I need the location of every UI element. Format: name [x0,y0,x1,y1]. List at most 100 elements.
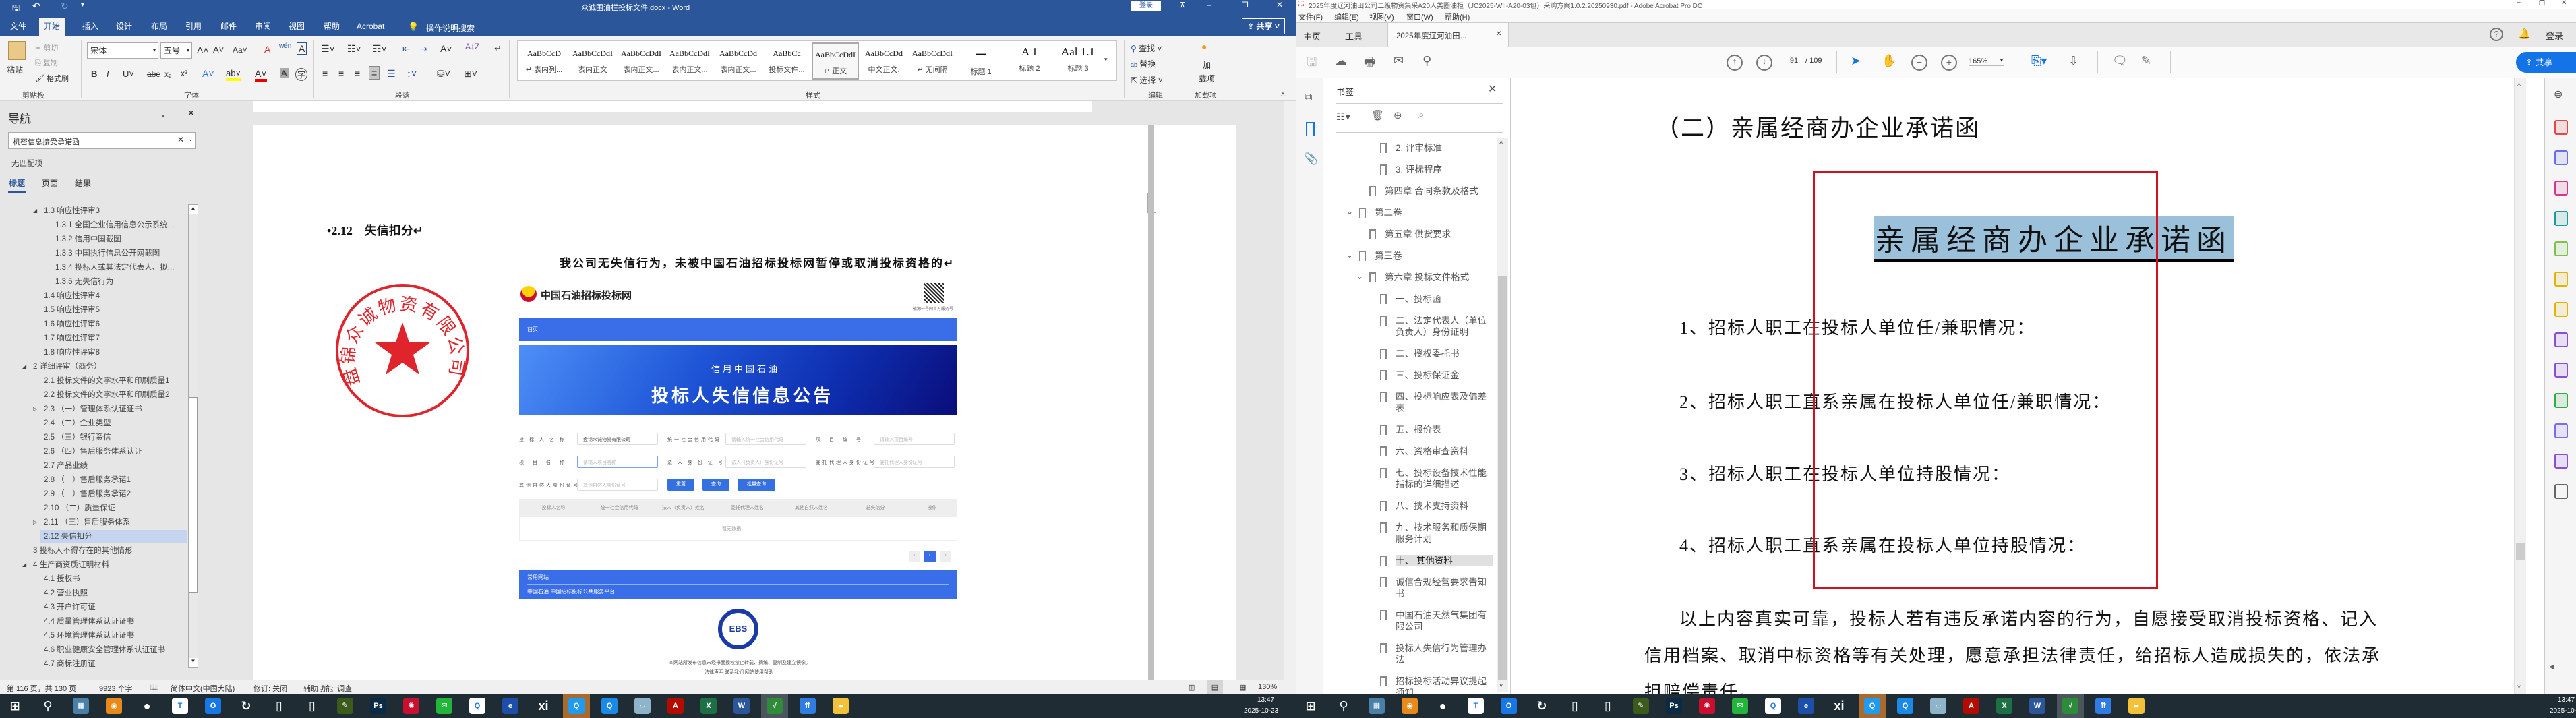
zoom-out-icon[interactable]: − [1911,55,1927,71]
nav-heading-item[interactable]: 1.3 响应性评审3 [44,204,100,218]
photoshop-icon[interactable]: Ps [370,698,386,714]
bullets-icon[interactable]: ☰˅ [321,43,335,55]
ribbon-tab[interactable]: Acrobat [352,18,389,36]
nav-heading-item[interactable]: 1.3.3 中国执行信息公开网截图 [55,247,160,260]
minimize-button[interactable]: – [2517,0,2521,6]
select-button[interactable]: ⇱ 选择 ˅ [1131,74,1163,86]
page-thumbnails-icon[interactable]: ⧉ [1305,92,1312,104]
notepad-icon[interactable]: ▱ [634,698,651,714]
bookmark-item[interactable]: 二、授权委托书 [1324,343,1496,365]
character-border-icon[interactable]: A [297,42,307,55]
bookmark-item[interactable]: 三、投标保证金 [1324,365,1496,386]
nav-tab-headings[interactable]: 标题 [9,177,25,189]
query-button[interactable]: 查询 [702,479,729,491]
share-button[interactable]: ⇪ 共享 [2516,52,2576,73]
multilevel-list-icon[interactable]: ☶˅ [373,43,387,55]
browser-ie-icon[interactable]: e [502,698,518,714]
ribbon-tab[interactable]: 审阅 [250,18,276,36]
share-button[interactable]: ⇪ 共享 ˅ [1242,18,1285,34]
bookmark-item[interactable]: 第四章 合同条款及格式 [1324,181,1496,202]
acrobat-icon[interactable]: A [667,698,684,714]
document-tab[interactable]: 2025年度辽河油田... ✕ [1387,23,1509,47]
nav-heading-item[interactable]: 2.2 投标文件的文字水平和印刷质量2 [44,388,170,402]
form-input[interactable]: 法人（负责人）身份证号 [725,456,806,468]
search-icon[interactable]: ⚲ [1422,54,1431,68]
close-panel-icon[interactable]: ✕ [1488,82,1497,96]
scroll-down-icon[interactable]: ˅ [2517,684,2521,690]
bookmark-item[interactable]: 八、技术支持资料 [1324,496,1496,517]
nav-close-icon[interactable]: ✕ [187,108,195,119]
bold-icon[interactable]: B [91,69,97,79]
addins-icon[interactable]: ● [1201,41,1207,52]
footer-links[interactable]: 中国石油 中国招标投标公共服务平台 [527,588,615,595]
nav-heading-item[interactable]: 2.7 产品业绩 [44,459,88,473]
bookmarks-scrollbar[interactable]: ˄ ˅ [1497,138,1508,692]
dots-icon[interactable]: ● [1435,698,1451,714]
sort-icon[interactable]: A↓Z [465,42,479,51]
nav-heading-item[interactable]: 4.4 质量管理体系认证证书 [44,615,134,628]
web-layout-icon[interactable]: ▦ [1239,683,1246,692]
form-input[interactable]: 请输入统一社会信用代码 [725,433,806,445]
save-icon[interactable]: 🖫 [1307,54,1317,74]
line-spacing-icon[interactable]: ↕˅ [407,68,417,79]
zoom-level[interactable]: 130% [1258,683,1277,691]
phonetic-guide-icon[interactable]: wén [279,42,291,50]
redo-icon[interactable]: ↻ [61,1,69,12]
accessibility-status[interactable]: 辅助功能: 调查 [303,683,352,694]
bookmark-item[interactable]: 六、资格审查资料 [1324,441,1496,462]
superscript-icon[interactable]: x² [181,69,187,78]
decrease-indent-icon[interactable]: ⇤ [402,43,411,55]
nav-heading-item[interactable]: 4 生产商资质证明材料 [33,558,109,572]
form-input[interactable]: 请输入项目名称 [577,456,658,468]
green-app-icon[interactable]: √ [2062,698,2078,714]
nav-heading-item[interactable]: 1.3.2 信用中国截图 [55,233,121,246]
nav-heading-item[interactable]: 2 详细评审（商务） [33,360,102,373]
calculator-icon[interactable]: ▦ [1369,698,1385,714]
addins-button-line2[interactable]: 载项 [1199,73,1215,84]
bookmark-item[interactable]: 十、 其他资料 [1324,550,1496,572]
login-button[interactable]: 登录 [1131,1,1161,11]
nav-heading-item[interactable]: 1.5 响应性评审5 [44,303,100,317]
form-input[interactable]: 委托代理人身份证号 [874,456,955,468]
menu-item[interactable]: 窗口(W) [1406,11,1433,22]
sync-icon[interactable]: ↻ [238,698,254,714]
search-icon[interactable]: ⚲ [40,698,56,714]
wechat-icon[interactable]: ✉ [436,698,452,714]
scroll-up-icon[interactable]: ˄ [1499,139,1503,146]
bookmark-item[interactable]: 第五章 供货要求 [1324,224,1496,245]
ribbon-tab[interactable]: 帮助 [319,18,345,36]
browser-icon[interactable]: Q [601,698,618,714]
file-icon[interactable]: ▯ [304,698,320,714]
style-item[interactable]: A 1 标题 2 [1006,42,1053,80]
menu-item[interactable]: 视图(V) [1369,11,1394,22]
styles-more-icon[interactable]: ▾ [1104,56,1108,63]
tool-icon[interactable] [2554,332,2568,347]
subscript-icon[interactable]: x₂ [164,69,172,79]
bookmark-item[interactable]: 3. 评标程序 [1324,159,1496,181]
search-icon[interactable]: ⚲ [1336,698,1352,714]
style-item[interactable]: AaBbCcDd 表内正文... [715,42,762,80]
petrochina-icon[interactable]: ✺ [403,698,419,714]
word-icon[interactable]: W [733,698,750,714]
bidder-name-input[interactable]: 盘锦众诚物资有限公司 [577,433,658,445]
track-changes-status[interactable]: 修订: 关闭 [253,683,287,694]
app-doc-icon[interactable]: ⇈ [2095,698,2111,714]
read-mode-icon[interactable]: ▥ [1188,683,1195,692]
style-item[interactable]: Aal 1.1 标题 3 [1054,42,1102,80]
menu-item[interactable]: 编辑(E) [1334,11,1359,22]
todesk-icon[interactable]: T [1468,698,1484,714]
style-item[interactable]: AaBbCcDdI 表内正文... [618,42,665,80]
paste-icon[interactable] [8,41,26,60]
start-icon[interactable]: ⊞ [1302,698,1319,714]
nav-heading-item[interactable]: 4.5 环境管理体系认证证书 [44,629,134,642]
style-item[interactable]: AaBbCcD ↵ 表内列... [520,42,568,80]
bookmark-options-icon[interactable]: ☷▾ [1336,111,1350,123]
ribbon-tab[interactable]: 设计 [111,18,137,36]
text-effects-icon[interactable]: A˅ [202,68,214,79]
ribbon-tab[interactable]: 插入 [78,18,103,36]
bookmark-item[interactable]: 2. 评审标准 [1324,138,1496,159]
tool-icon[interactable] [2554,211,2568,226]
close-button[interactable]: ✕ [1276,0,1283,9]
ribbon-tab[interactable]: 视图 [284,18,309,36]
ribbon-tab[interactable]: 开始 [39,18,65,36]
